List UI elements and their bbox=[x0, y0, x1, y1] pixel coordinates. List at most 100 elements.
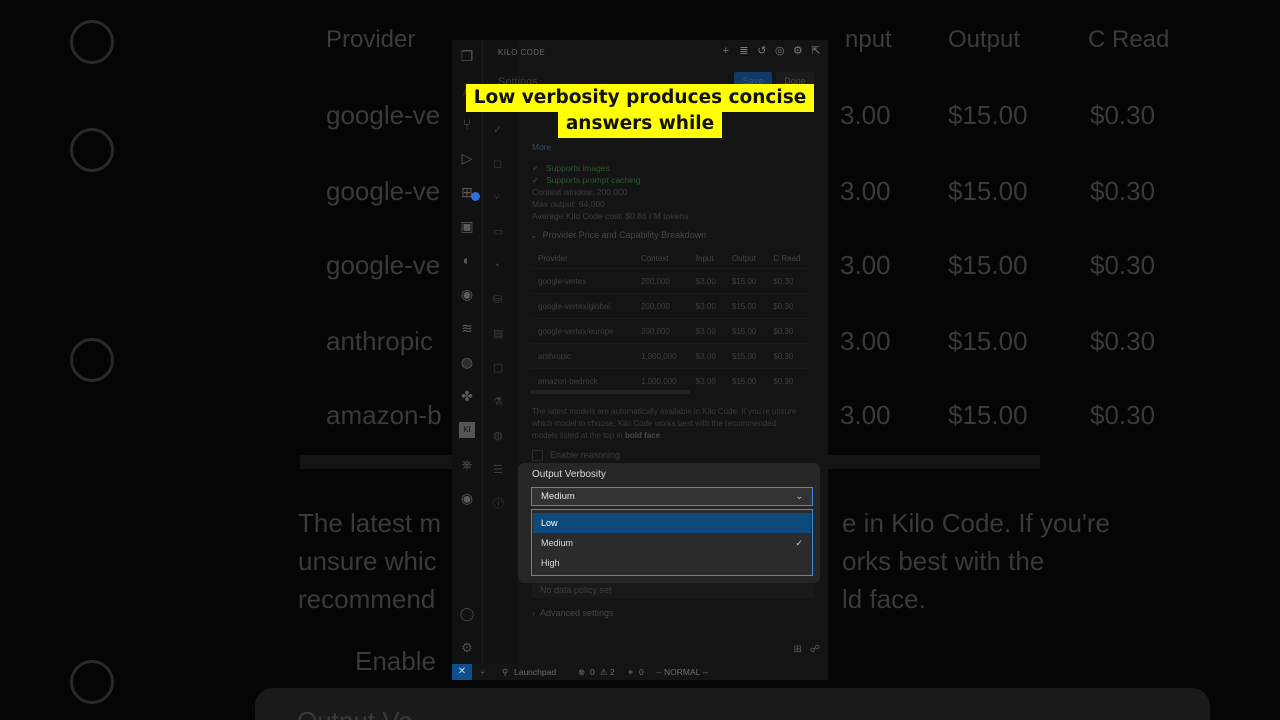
enable-reasoning-label: Enable reasoning bbox=[550, 450, 621, 460]
manage-gear-icon[interactable]: ⚙ bbox=[459, 640, 475, 656]
supports-caching: Supports prompt caching bbox=[546, 175, 641, 185]
option-label: Medium bbox=[541, 538, 574, 548]
bg-row-output: $15.00 bbox=[948, 176, 1028, 206]
display-icon[interactable]: ▭ bbox=[493, 226, 505, 238]
language-icon[interactable]: ◍ bbox=[493, 430, 505, 442]
table-cell: 200,000 bbox=[632, 268, 688, 294]
output-verbosity-select[interactable]: Medium ⌄ bbox=[531, 487, 813, 506]
bg-settings-icon bbox=[70, 660, 114, 704]
models-info-end: . bbox=[660, 431, 663, 440]
notifications-icon[interactable]: ◔ bbox=[493, 260, 505, 272]
bg-row-name: google-ve bbox=[326, 176, 441, 206]
history-icon[interactable]: ↺ bbox=[756, 45, 768, 57]
warning-count[interactable]: 2 bbox=[610, 667, 615, 677]
history-list-icon[interactable]: ≣ bbox=[738, 45, 750, 57]
table-cell: $15.00 bbox=[723, 368, 766, 393]
table-cell: $0.30 bbox=[765, 268, 810, 294]
more-link[interactable]: More bbox=[532, 142, 551, 152]
about-icon[interactable]: ⓘ bbox=[493, 498, 505, 510]
extensions-badge bbox=[471, 192, 480, 201]
terminal-icon[interactable]: ▤ bbox=[493, 328, 505, 340]
eye-icon[interactable]: ◉ bbox=[459, 490, 475, 506]
column-header: Output bbox=[731, 253, 756, 263]
table-cell: $0.30 bbox=[765, 343, 810, 369]
caption-line-2: answers while bbox=[557, 110, 723, 138]
kubernetes-icon[interactable]: ⎈ bbox=[459, 456, 475, 472]
settings-icon[interactable]: ⚙ bbox=[792, 45, 804, 57]
option-medium[interactable]: Medium ✓ bbox=[533, 533, 811, 553]
bg-row-input: 3.00 bbox=[840, 176, 891, 206]
new-task-icon[interactable]: + bbox=[720, 45, 732, 57]
launchpad-icon: ⚲ bbox=[502, 667, 509, 677]
browser-icon[interactable]: ◻ bbox=[493, 158, 505, 170]
breakdown-label: Provider Price and Capability Breakdown bbox=[542, 230, 707, 240]
launchpad-status[interactable]: Launchpad bbox=[514, 667, 556, 677]
output-verbosity-popup: Output Verbosity Medium ⌄ Low Medium ✓ Hi… bbox=[518, 463, 820, 583]
docker-icon[interactable]: ≋ bbox=[459, 320, 475, 336]
bg-para: ld face. bbox=[842, 584, 926, 614]
video-caption: Low verbosity produces concise answers w… bbox=[0, 84, 1280, 138]
caption-line-1: Low verbosity produces concise bbox=[465, 84, 815, 112]
explorer-icon[interactable]: ❐ bbox=[459, 48, 475, 64]
checkpoints-icon[interactable]: ⑂ bbox=[493, 192, 505, 204]
gitlens-icon[interactable]: ◐ bbox=[459, 252, 475, 268]
github-icon[interactable]: ◉ bbox=[459, 286, 475, 302]
table-cell: $3.00 bbox=[687, 343, 724, 369]
mcp-icon[interactable]: ☰ bbox=[493, 464, 505, 476]
table-cell: $3.00 bbox=[687, 293, 724, 319]
error-icon: ⊗ bbox=[578, 667, 586, 677]
bg-para: recommend bbox=[298, 584, 436, 614]
profile-icon[interactable]: ◎ bbox=[774, 45, 786, 57]
account-icon[interactable]: ◯ bbox=[459, 606, 475, 622]
error-count[interactable]: 0 bbox=[590, 667, 595, 677]
bg-row-name: amazon-b bbox=[326, 400, 442, 430]
enable-reasoning-checkbox[interactable] bbox=[532, 450, 543, 461]
run-debug-icon[interactable]: ▷ bbox=[459, 150, 475, 166]
kilo-code-icon[interactable]: KI bbox=[459, 422, 475, 438]
column-header: Context bbox=[640, 253, 669, 263]
bg-row-cread: $0.30 bbox=[1090, 176, 1156, 206]
max-output: Max output: 64,000 bbox=[532, 199, 605, 209]
edge-icon[interactable]: ◍ bbox=[459, 354, 475, 370]
data-policy-select[interactable]: No data policy set bbox=[532, 582, 814, 598]
context-icon[interactable]: ⛁ bbox=[493, 294, 505, 306]
option-low[interactable]: Low bbox=[533, 513, 811, 533]
bg-para: The latest m bbox=[298, 508, 442, 538]
figma-icon[interactable]: ✤ bbox=[459, 388, 475, 404]
experimental-icon[interactable]: ⚗ bbox=[493, 396, 505, 408]
bg-para: unsure whic bbox=[298, 546, 437, 576]
option-high[interactable]: High bbox=[533, 553, 811, 573]
feedback-icon[interactable]: ☍ bbox=[810, 644, 820, 655]
option-label: High bbox=[541, 558, 560, 568]
table-cell: $15.00 bbox=[723, 268, 766, 294]
table-cell: google-vertex bbox=[530, 268, 633, 294]
prompts-icon[interactable]: ▢ bbox=[493, 362, 505, 374]
remote-explorer-icon[interactable]: ▣ bbox=[459, 218, 475, 234]
table-row: google-vertex 200,000 $3.00 $15.00 $0.30 bbox=[530, 268, 810, 294]
bg-row-output: $15.00 bbox=[948, 400, 1028, 430]
advanced-settings-toggle[interactable]: › Advanced settings bbox=[532, 608, 614, 618]
remote-indicator-icon[interactable]: ✕ bbox=[452, 664, 472, 680]
table-cell: 1,000,000 bbox=[632, 343, 688, 369]
table-cell: google-vertex/europe bbox=[530, 318, 633, 344]
table-cell: $0.30 bbox=[765, 318, 810, 344]
branch-icon[interactable]: ⑂ bbox=[480, 667, 485, 677]
output-verbosity-label: Output Verbosity bbox=[532, 469, 606, 480]
bg-row-output: $15.00 bbox=[948, 250, 1028, 280]
table-cell: $15.00 bbox=[723, 318, 766, 344]
ports-count[interactable]: 0 bbox=[639, 667, 644, 677]
chevron-right-icon: › bbox=[532, 608, 535, 618]
option-label: Low bbox=[541, 518, 558, 528]
chevron-down-icon: ⌄ bbox=[530, 230, 538, 240]
open-editor-icon[interactable]: ⇱ bbox=[810, 45, 822, 57]
broadcast-icon[interactable]: ⊞ bbox=[793, 644, 801, 655]
bg-row-name: anthropic bbox=[326, 326, 433, 356]
bg-popup: Output Ve bbox=[255, 688, 1210, 720]
bg-header-provider: Provider bbox=[326, 26, 416, 53]
panel-title: KILO CODE bbox=[498, 48, 546, 57]
verbosity-options-list: Low Medium ✓ High bbox=[531, 509, 813, 576]
table-cell: 200,000 bbox=[632, 318, 688, 344]
breakdown-toggle[interactable]: ⌄ Provider Price and Capability Breakdow… bbox=[530, 230, 706, 241]
table-horizontal-scrollbar[interactable] bbox=[530, 390, 690, 394]
table-row: anthropic 1,000,000 $3.00 $15.00 $0.30 bbox=[530, 343, 810, 369]
